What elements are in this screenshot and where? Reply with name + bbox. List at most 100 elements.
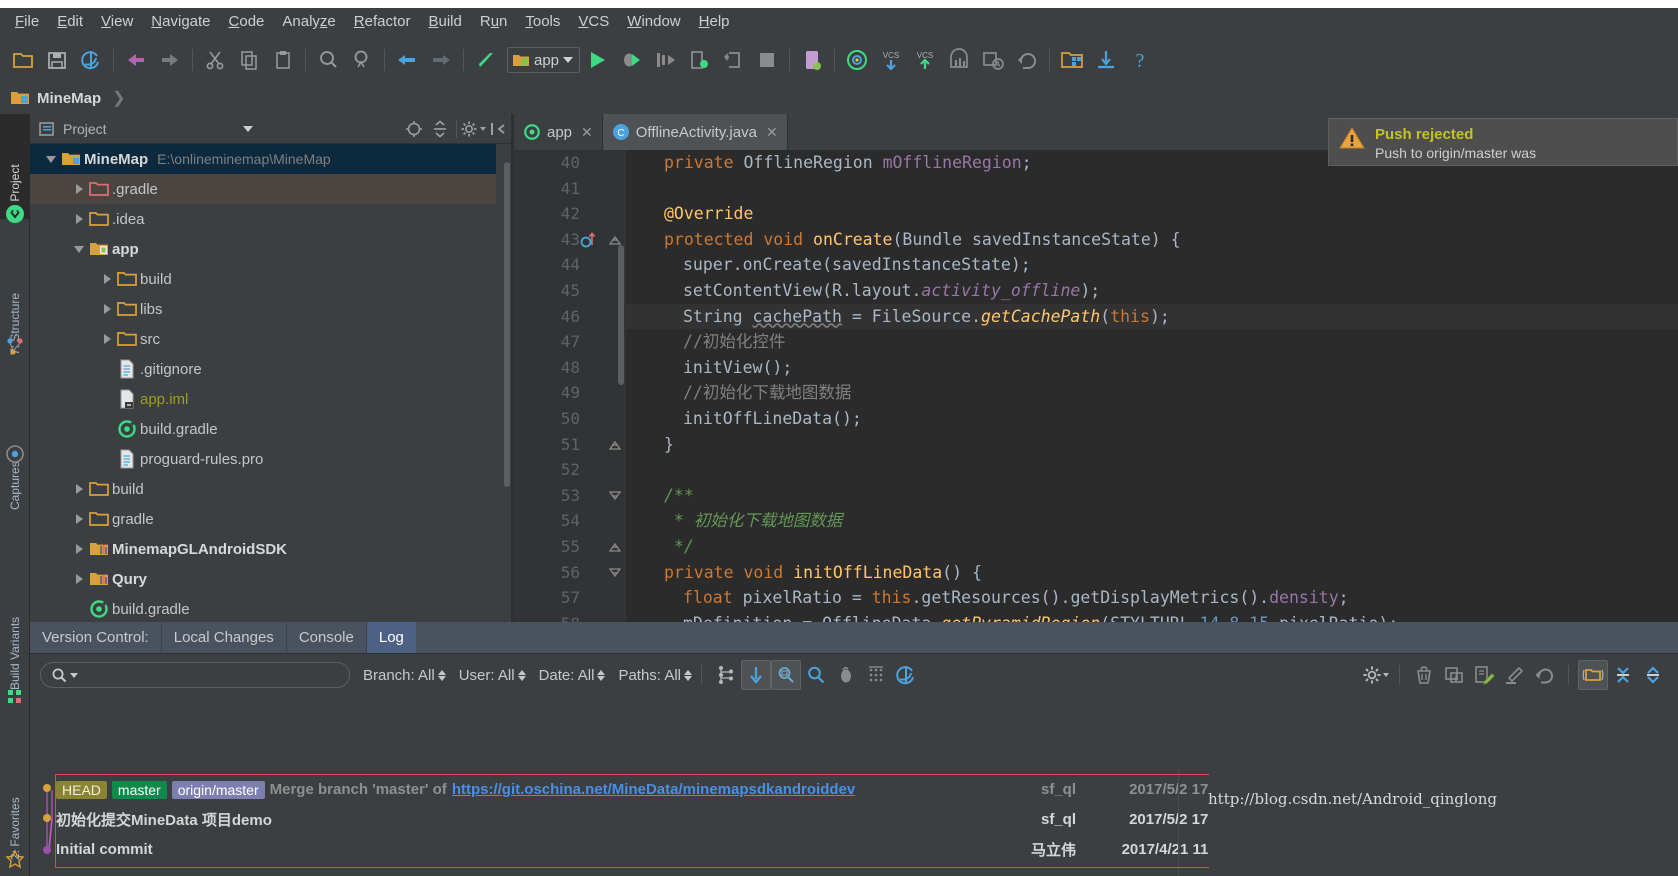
- apply-changes-icon[interactable]: [682, 43, 716, 77]
- chevron-down-icon[interactable]: [42, 155, 60, 163]
- collapse-linear-branches-icon[interactable]: [741, 660, 771, 690]
- filter-date[interactable]: Date: All: [539, 667, 606, 684]
- menu-item-navigate[interactable]: Navigate: [142, 10, 219, 34]
- chevron-down-icon[interactable]: [235, 116, 261, 142]
- run-icon[interactable]: [580, 43, 614, 77]
- code-line[interactable]: [626, 457, 1678, 483]
- vcs-commit-icon[interactable]: VCS: [908, 43, 942, 77]
- tab-console[interactable]: Console: [285, 622, 366, 653]
- revert-icon[interactable]: [1529, 660, 1559, 690]
- chevron-right-icon[interactable]: [98, 334, 116, 344]
- code-viewport[interactable]: private OfflineRegion mOfflineRegion; @Ov…: [514, 150, 1678, 622]
- highlight-icon[interactable]: [1499, 660, 1529, 690]
- tree-node--gitignore[interactable]: .gitignore: [30, 354, 496, 384]
- filter-user[interactable]: User: All: [459, 667, 526, 684]
- push-rejected-notification[interactable]: Push rejected Push to origin/master was: [1328, 118, 1678, 166]
- tree-node-build[interactable]: build: [30, 474, 496, 504]
- fold-start-icon[interactable]: [608, 566, 622, 580]
- intellisort-icon[interactable]: [831, 660, 861, 690]
- editor-tab-app[interactable]: app ✕: [514, 114, 603, 150]
- collapse-all-icon[interactable]: [1638, 660, 1668, 690]
- updown-chevron-icon[interactable]: [517, 669, 526, 681]
- expand-all-icon[interactable]: [1608, 660, 1638, 690]
- chevron-right-icon[interactable]: [70, 514, 88, 524]
- find-icon[interactable]: [311, 43, 345, 77]
- menu-item-build[interactable]: Build: [419, 10, 470, 34]
- edit-commit-message-icon[interactable]: [1469, 660, 1499, 690]
- branch-chip-local[interactable]: master: [111, 780, 167, 799]
- code-line[interactable]: super.onCreate(savedInstanceState);: [626, 252, 1678, 278]
- search-input[interactable]: [40, 662, 350, 688]
- help-icon[interactable]: ?: [1123, 43, 1157, 77]
- build-icon[interactable]: [469, 43, 503, 77]
- commit-row[interactable]: Initial commit 马立伟 2017/4/21 11:33: [56, 835, 1236, 864]
- tab-log[interactable]: Log: [365, 622, 416, 653]
- code-line[interactable]: [626, 176, 1678, 202]
- code-lines[interactable]: private OfflineRegion mOfflineRegion; @Ov…: [626, 150, 1678, 622]
- fold-end-icon[interactable]: [608, 233, 622, 247]
- fold-end-icon[interactable]: [608, 438, 622, 452]
- tree-node-minemapglandroidsdk[interactable]: MinemapGLAndroidSDK: [30, 534, 496, 564]
- chevron-right-icon[interactable]: [70, 184, 88, 194]
- open-folder-icon[interactable]: [6, 43, 40, 77]
- fold-end-icon[interactable]: [608, 540, 622, 554]
- menu-item-tools[interactable]: Tools: [516, 10, 569, 34]
- chevron-right-icon[interactable]: [70, 574, 88, 584]
- tree-node-build-gradle[interactable]: build.gradle: [30, 594, 496, 622]
- chevron-right-icon[interactable]: [70, 214, 88, 224]
- gear-icon[interactable]: [460, 116, 486, 142]
- cherry-pick-icon[interactable]: [1409, 660, 1439, 690]
- sync-icon[interactable]: [74, 43, 108, 77]
- tree-node-build-gradle[interactable]: build.gradle: [30, 414, 496, 444]
- project-tree[interactable]: MineMap E:\onlineminemap\MineMap .gradle .i…: [30, 144, 496, 622]
- gear-icon[interactable]: [1360, 660, 1390, 690]
- tree-node--gradle[interactable]: .gradle: [30, 174, 496, 204]
- branch-chip-remote[interactable]: origin/master: [171, 780, 265, 799]
- attach-debugger-icon[interactable]: [716, 43, 750, 77]
- tree-node-build[interactable]: build: [30, 264, 496, 294]
- debug-icon[interactable]: [614, 43, 648, 77]
- menu-item-edit[interactable]: Edit: [48, 10, 92, 34]
- scroll-from-source-icon[interactable]: [401, 116, 427, 142]
- menu-item-file[interactable]: File: [6, 10, 48, 34]
- menu-item-run[interactable]: Run: [471, 10, 517, 34]
- history-icon[interactable]: [976, 43, 1010, 77]
- code-line[interactable]: //初始化控件: [626, 329, 1678, 355]
- override-method-icon[interactable]: [580, 231, 598, 249]
- code-line[interactable]: initView();: [626, 355, 1678, 381]
- chevron-right-icon[interactable]: [70, 544, 88, 554]
- column-separator[interactable]: [1178, 770, 1179, 876]
- code-line[interactable]: setContentView(R.layout.activity_offline…: [626, 278, 1678, 304]
- menu-item-analyze[interactable]: Analyze: [273, 10, 344, 34]
- updown-chevron-icon[interactable]: [437, 669, 446, 681]
- undo-icon[interactable]: [119, 43, 153, 77]
- sync-gradle-icon[interactable]: [1089, 43, 1123, 77]
- tree-node-qury[interactable]: Qury: [30, 564, 496, 594]
- branch-chip-head[interactable]: HEAD: [56, 780, 107, 799]
- tree-node-app-iml[interactable]: app.iml: [30, 384, 496, 414]
- tree-node-app[interactable]: app: [30, 234, 496, 264]
- commit-link[interactable]: https://git.oschina.net/MineData/minemap…: [452, 781, 855, 798]
- close-icon[interactable]: ✕: [581, 124, 593, 141]
- tree-node-proguard-rules-pro[interactable]: proguard-rules.pro: [30, 444, 496, 474]
- tree-node--idea[interactable]: .idea: [30, 204, 496, 234]
- code-line[interactable]: private void initOffLineData() {: [626, 560, 1678, 586]
- menu-item-window[interactable]: Window: [618, 10, 689, 34]
- chevron-down-icon[interactable]: [70, 672, 78, 678]
- code-line[interactable]: }: [626, 432, 1678, 458]
- tree-node-libs[interactable]: libs: [30, 294, 496, 324]
- avd-manager-icon[interactable]: [795, 43, 829, 77]
- chevron-right-icon[interactable]: [98, 274, 116, 284]
- code-line[interactable]: String cachePath = FileSource.getCachePa…: [626, 303, 1678, 330]
- menu-item-view[interactable]: View: [92, 10, 142, 34]
- commit-row[interactable]: HEAD master origin/master Merge branch 'mas…: [56, 775, 1236, 804]
- stop-icon[interactable]: [750, 43, 784, 77]
- menu-item-code[interactable]: Code: [220, 10, 274, 34]
- project-structure-icon[interactable]: [1055, 43, 1089, 77]
- back-icon[interactable]: [390, 43, 424, 77]
- menu-item-refactor[interactable]: Refactor: [345, 10, 420, 34]
- code-line[interactable]: //初始化下载地图数据: [626, 380, 1678, 406]
- copy-icon[interactable]: [232, 43, 266, 77]
- sidebar-item-favorites[interactable]: 2: Favorites: [0, 754, 30, 864]
- profiler-icon[interactable]: [942, 43, 976, 77]
